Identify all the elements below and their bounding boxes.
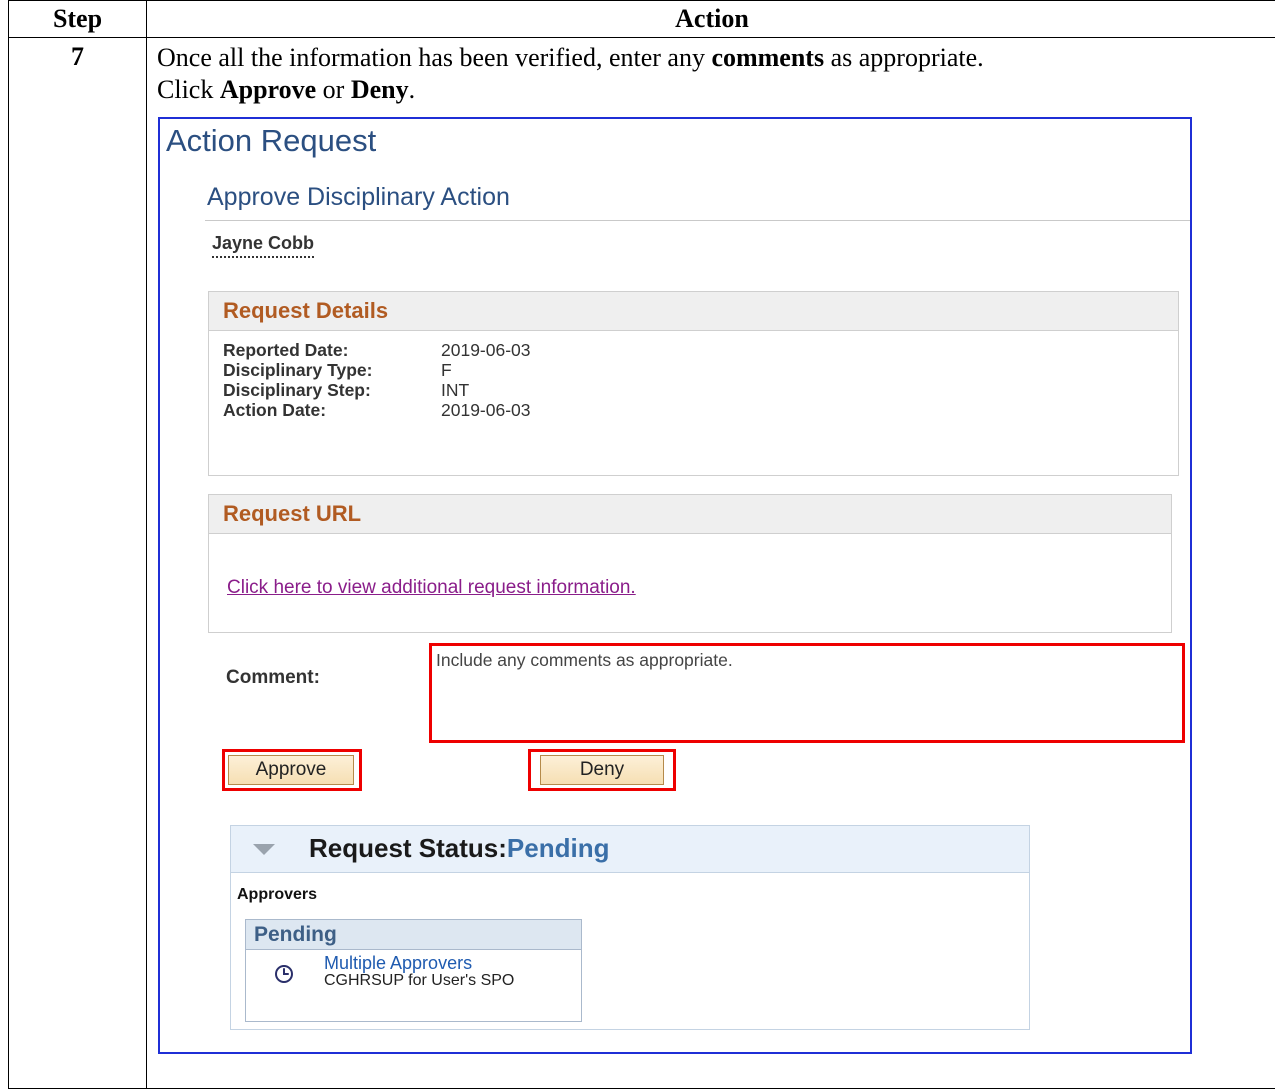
- request-status-header[interactable]: Request Status:Pending: [231, 826, 1029, 873]
- approve-button[interactable]: Approve: [228, 755, 354, 785]
- detail-row-reported-date: Reported Date: 2019-06-03: [223, 340, 531, 360]
- action-request-screenshot: Action Request Approve Disciplinary Acti…: [158, 117, 1192, 1054]
- pending-approvers-box: Pending Multiple Approvers CGHRSUP for U…: [245, 919, 582, 1022]
- approver-role: CGHRSUP for User's SPO: [324, 972, 515, 989]
- detail-row-disciplinary-type: Disciplinary Type: F: [223, 360, 452, 380]
- approve-highlight: Approve: [222, 749, 362, 791]
- request-status-title: Request Status:Pending: [309, 833, 610, 863]
- approvers-label: Approvers: [237, 886, 318, 903]
- request-status-panel: Request Status:Pending Approvers Pending…: [230, 825, 1030, 1030]
- deny-highlight: Deny: [528, 749, 676, 791]
- employee-name-link[interactable]: Jayne Cobb: [212, 233, 315, 258]
- request-details-fields: Reported Date: 2019-06-03 Disciplinary Ty…: [223, 340, 531, 420]
- action-header: Action: [146, 0, 1275, 38]
- multiple-approvers-link[interactable]: Multiple Approvers: [324, 953, 472, 974]
- comment-text: Include any comments as appropriate.: [436, 650, 733, 670]
- request-details-group: Request Details Reported Date: 2019-06-03…: [208, 291, 1179, 476]
- request-url-heading: Request URL: [209, 495, 1171, 534]
- page-title: Action Request: [166, 123, 377, 158]
- deny-button[interactable]: Deny: [540, 755, 664, 785]
- detail-row-action-date: Action Date: 2019-06-03: [223, 400, 531, 420]
- comment-label: Comment:: [226, 667, 320, 688]
- instruction-text: Once all the information has been verifi…: [157, 43, 984, 104]
- step-number: 7: [8, 37, 147, 1089]
- subtitle-divider: [205, 220, 1190, 221]
- clock-icon: [275, 965, 293, 983]
- comment-textarea[interactable]: Include any comments as appropriate.: [429, 643, 1185, 743]
- request-details-heading: Request Details: [209, 292, 1178, 331]
- detail-row-disciplinary-step: Disciplinary Step: INT: [223, 380, 470, 400]
- comments-emphasis: comments: [711, 43, 825, 72]
- deny-emphasis: Deny: [350, 75, 409, 104]
- status-value: Pending: [506, 833, 610, 863]
- collapse-triangle-icon[interactable]: [253, 844, 275, 855]
- additional-info-link[interactable]: Click here to view additional request in…: [227, 577, 636, 599]
- approve-emphasis: Approve: [219, 75, 317, 104]
- pending-heading: Pending: [246, 920, 581, 950]
- step-header: Step: [8, 0, 147, 38]
- request-url-group: Request URL Click here to view additiona…: [208, 494, 1172, 633]
- page-subtitle: Approve Disciplinary Action: [207, 183, 510, 211]
